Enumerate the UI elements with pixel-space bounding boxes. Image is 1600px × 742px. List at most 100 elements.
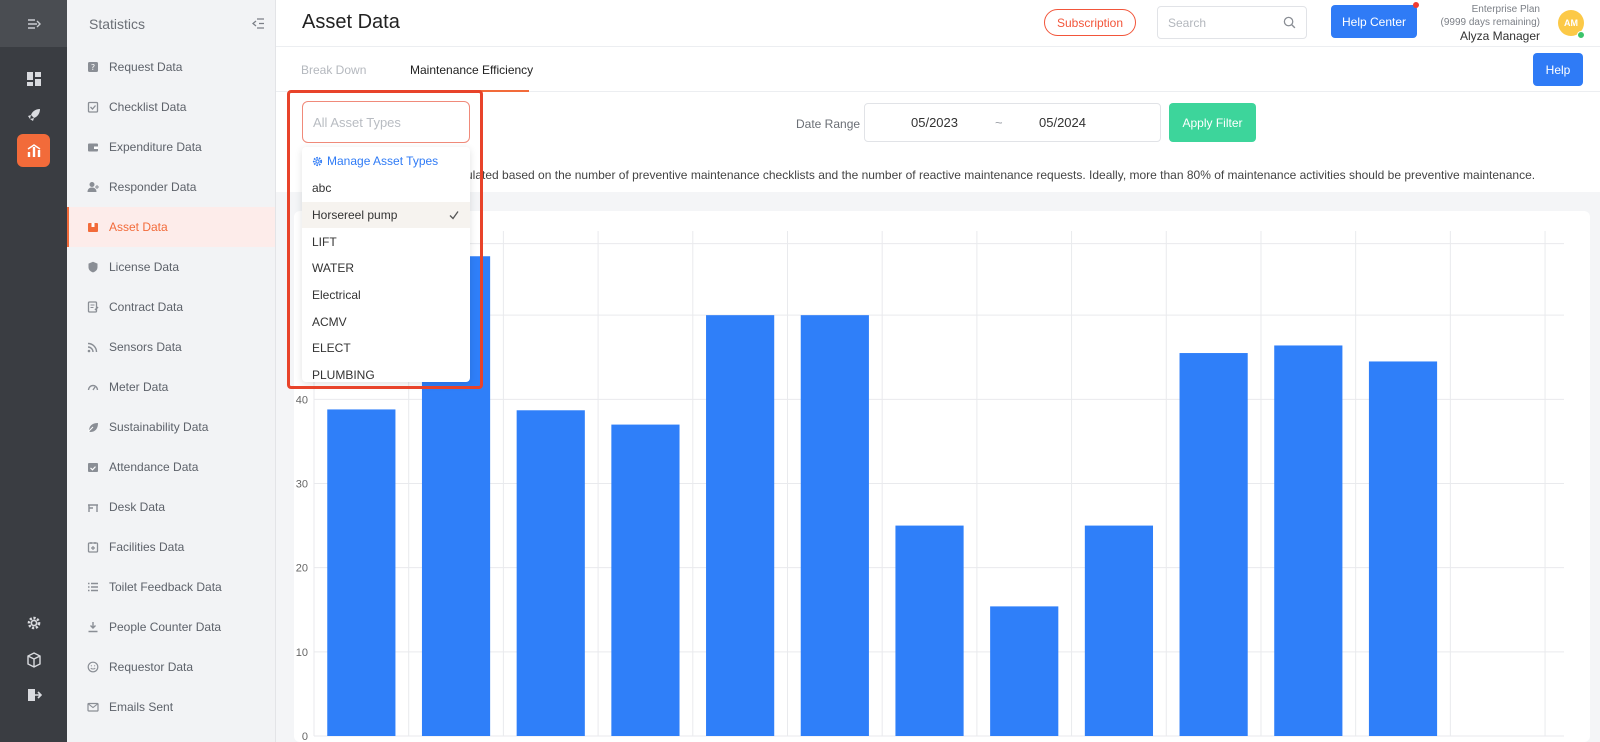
y-tick-label: 40 xyxy=(296,394,308,406)
sidebar-item-label: License Data xyxy=(109,260,180,274)
wallet-icon xyxy=(87,141,99,153)
download-icon xyxy=(87,621,99,633)
sidebar-item-meter-data[interactable]: Meter Data xyxy=(67,367,275,407)
dashboard-icon xyxy=(26,71,41,86)
contract-icon xyxy=(87,301,99,313)
chart-bar[interactable] xyxy=(516,410,585,736)
online-status-dot xyxy=(1577,31,1585,39)
statistics-sidebar: Statistics ? Request Data Checklist Data Ex… xyxy=(67,0,276,742)
sidebar-item-label: Checklist Data xyxy=(109,100,187,114)
sidebar-item-people-counter-data[interactable]: People Counter Data xyxy=(67,607,275,647)
efficiency-description: culated based on the number of preventiv… xyxy=(460,168,1536,182)
sidebar-item-contract-data[interactable]: Contract Data xyxy=(67,287,275,327)
leaf-icon xyxy=(87,421,99,433)
user-name[interactable]: Alyza Manager xyxy=(1441,30,1540,43)
plan-days: (9999 days remaining) xyxy=(1440,17,1541,28)
sidebar-item-label: Sensors Data xyxy=(109,340,182,354)
sidebar-item-label: Sustainability Data xyxy=(109,420,209,434)
checklist-icon xyxy=(87,101,99,113)
gear-icon xyxy=(27,616,40,629)
sidebar-item-sustainability-data[interactable]: Sustainability Data xyxy=(67,407,275,447)
sidebar-item-toilet-feedback-data[interactable]: Toilet Feedback Data xyxy=(67,567,275,607)
expand-menu-button[interactable] xyxy=(0,0,67,47)
help-button[interactable]: Help xyxy=(1533,53,1583,86)
chart-bar[interactable] xyxy=(327,409,396,736)
top-header: Asset Data Subscription Help Center Ente… xyxy=(276,0,1600,47)
sidebar-item-facilities-data[interactable]: Facilities Data xyxy=(67,527,275,567)
plan-name: Enterprise Plan xyxy=(1471,4,1540,15)
tab-maintenance-efficiency[interactable]: Maintenance Efficiency xyxy=(410,47,533,92)
sidebar-item-label: Contract Data xyxy=(109,300,184,314)
page-title: Asset Data xyxy=(302,11,400,33)
date-from[interactable]: 05/2023 xyxy=(911,115,958,130)
maintenance-efficiency-chart: 0 10 20 30 40 xyxy=(296,231,1564,742)
logout-icon xyxy=(27,688,42,701)
subscription-button[interactable]: Subscription xyxy=(1044,9,1136,36)
chart-bar[interactable] xyxy=(1084,525,1154,736)
y-tick-label: 20 xyxy=(296,563,308,575)
chart-bar[interactable] xyxy=(895,525,964,736)
chart-card: 0 10 20 30 40 xyxy=(294,211,1590,742)
rail-package-button[interactable] xyxy=(17,643,50,676)
expand-icon xyxy=(27,18,41,29)
chart-bar[interactable] xyxy=(611,424,680,736)
rail-statistics-button[interactable] xyxy=(17,134,50,167)
tab-bar: Break Down Maintenance Efficiency Help xyxy=(276,47,1600,92)
sidebar-menu: ? Request Data Checklist Data Expenditure D… xyxy=(67,47,275,727)
box-icon xyxy=(87,221,99,233)
gauge-icon xyxy=(87,381,99,393)
sidebar-item-label: Responder Data xyxy=(109,180,197,194)
sidebar-item-checklist-data[interactable]: Checklist Data xyxy=(67,87,275,127)
date-range-picker[interactable]: 05/2023 ~ 05/2024 xyxy=(864,103,1161,142)
sidebar-item-asset-data[interactable]: Asset Data xyxy=(67,207,275,247)
sidebar-item-attendance-data[interactable]: Attendance Data xyxy=(67,447,275,487)
y-tick-label: 10 xyxy=(296,647,308,659)
rail-settings-button[interactable] xyxy=(17,606,50,639)
sidebar-item-requestor-data[interactable]: Requestor Data xyxy=(67,647,275,687)
mail-icon xyxy=(87,701,99,713)
cube-icon xyxy=(26,651,41,668)
highlight-frame xyxy=(287,90,483,389)
sidebar-item-label: Request Data xyxy=(109,60,183,74)
rail-rocket-button[interactable] xyxy=(17,98,50,131)
sidebar-item-emails-sent[interactable]: Emails Sent xyxy=(67,687,275,727)
desk-icon xyxy=(87,501,99,513)
date-to[interactable]: 05/2024 xyxy=(1039,115,1086,130)
date-range-label: Date Range xyxy=(796,117,861,131)
rail-dashboard-button[interactable] xyxy=(17,62,50,95)
sidebar-item-request-data[interactable]: ? Request Data xyxy=(67,47,275,87)
sidebar-item-expenditure-data[interactable]: Expenditure Data xyxy=(67,127,275,167)
search-icon[interactable] xyxy=(1283,16,1296,29)
sidebar-item-label: Requestor Data xyxy=(109,660,194,674)
sidebar-item-responder-data[interactable]: Responder Data xyxy=(67,167,275,207)
plan-info: Enterprise Plan (9999 days remaining) Al… xyxy=(1441,3,1541,43)
chart-bar[interactable] xyxy=(990,606,1059,736)
date-separator: ~ xyxy=(995,115,1003,130)
notification-dot xyxy=(1413,2,1419,8)
chart-bar[interactable] xyxy=(1179,353,1248,736)
collapse-sidebar-button[interactable] xyxy=(251,16,265,32)
sidebar-item-label: Facilities Data xyxy=(109,540,185,554)
signal-icon xyxy=(87,341,99,353)
tab-break-down[interactable]: Break Down xyxy=(301,47,366,92)
search-input[interactable] xyxy=(1168,15,1278,30)
chart-bar[interactable] xyxy=(706,315,775,736)
sidebar-item-label: Toilet Feedback Data xyxy=(109,580,222,594)
sidebar-item-sensors-data[interactable]: Sensors Data xyxy=(67,327,275,367)
chart-bar[interactable] xyxy=(1274,345,1343,736)
sidebar-item-desk-data[interactable]: Desk Data xyxy=(67,487,275,527)
sidebar-title: Statistics xyxy=(89,15,146,32)
sidebar-item-label: Expenditure Data xyxy=(109,140,202,154)
smile-icon xyxy=(87,661,99,673)
collapse-icon xyxy=(251,17,264,29)
chart-bar[interactable] xyxy=(800,315,869,736)
help-center-button[interactable]: Help Center xyxy=(1331,5,1417,38)
y-tick-label: 0 xyxy=(302,731,308,742)
sidebar-item-label: Emails Sent xyxy=(109,700,174,714)
sidebar-item-license-data[interactable]: License Data xyxy=(67,247,275,287)
search-box xyxy=(1157,6,1307,39)
chart-bar[interactable] xyxy=(1368,361,1438,736)
apply-filter-button[interactable]: Apply Filter xyxy=(1169,103,1256,142)
rail-logout-button[interactable] xyxy=(17,678,50,711)
shield-icon xyxy=(87,261,99,273)
